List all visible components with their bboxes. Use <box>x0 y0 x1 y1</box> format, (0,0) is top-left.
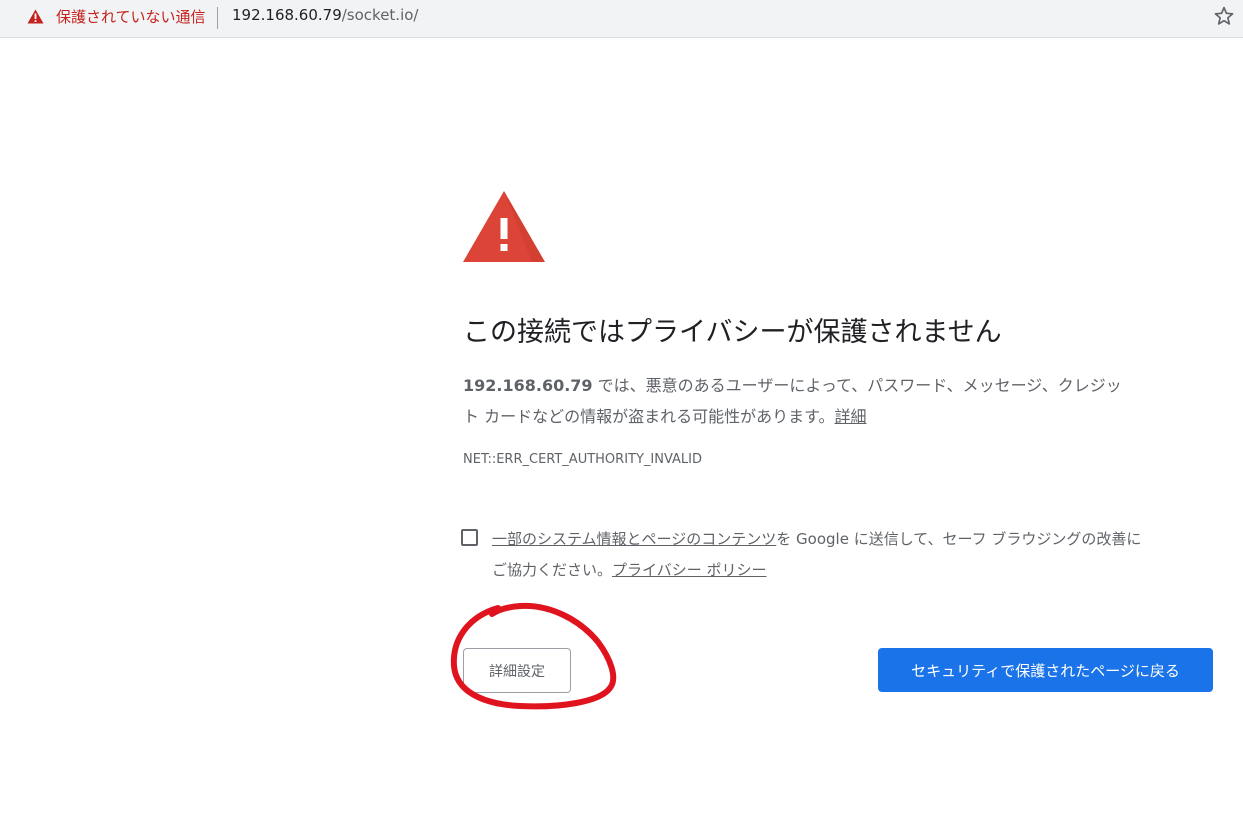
advanced-button[interactable]: 詳細設定 <box>463 648 571 693</box>
safe-browsing-text-2: ご協力ください。 <box>492 561 613 579</box>
system-info-link[interactable]: 一部のシステム情報とページのコンテンツ <box>492 530 776 548</box>
host-name: 192.168.60.79 <box>463 376 593 395</box>
safe-browsing-line-1: 一部のシステム情報とページのコンテンツを Google に送信して、セーフ ブラ… <box>492 524 1212 555</box>
safe-browsing-line-2: ご協力ください。プライバシー ポリシー <box>492 555 1212 586</box>
warning-message-line-1: 192.168.60.79 では、悪意のあるユーザーによって、パスワード、メッセ… <box>463 370 1223 401</box>
url-path: /socket.io/ <box>341 6 419 24</box>
safe-browsing-text-1: を Google に送信して、セーフ ブラウジングの改善に <box>776 530 1142 548</box>
warning-message-line-2: ト カードなどの情報が盗まれる可能性があります。詳細 <box>463 401 1223 432</box>
security-status-label[interactable]: 保護されていない通信 <box>56 6 206 27</box>
url-host: 192.168.60.79 <box>232 6 342 24</box>
address-bar[interactable]: 保護されていない通信 192.168.60.79/socket.io/ <box>0 0 1243 38</box>
page-title: この接続ではプライバシーが保護されません <box>463 317 1002 348</box>
back-to-safety-button[interactable]: セキュリティで保護されたページに戻る <box>878 648 1213 692</box>
warning-triangle-icon <box>463 191 545 262</box>
omnibox-separator <box>217 7 218 29</box>
safe-browsing-checkbox[interactable] <box>461 529 478 546</box>
warning-message-text: では、悪意のあるユーザーによって、パスワード、メッセージ、クレジッ <box>592 376 1122 395</box>
url-text[interactable]: 192.168.60.79/socket.io/ <box>232 6 418 24</box>
warning-triangle-icon <box>27 9 44 24</box>
learn-more-link[interactable]: 詳細 <box>835 407 867 426</box>
error-code: NET::ERR_CERT_AUTHORITY_INVALID <box>463 452 703 467</box>
safe-browsing-text: 一部のシステム情報とページのコンテンツを Google に送信して、セーフ ブラ… <box>492 524 1212 586</box>
star-icon[interactable] <box>1213 5 1235 27</box>
warning-message: 192.168.60.79 では、悪意のあるユーザーによって、パスワード、メッセ… <box>463 370 1223 432</box>
privacy-policy-link[interactable]: プライバシー ポリシー <box>612 561 766 579</box>
warning-message-text-2: ト カードなどの情報が盗まれる可能性があります。 <box>463 407 835 426</box>
